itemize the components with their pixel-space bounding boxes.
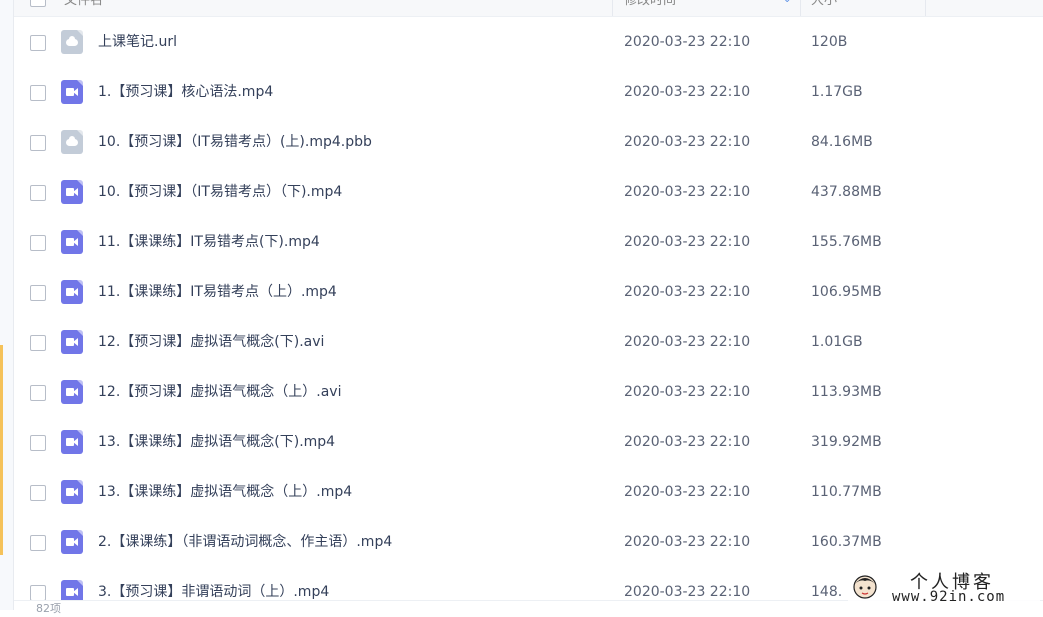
file-size: 319.92MB bbox=[811, 434, 882, 450]
file-size: 1.17GB bbox=[811, 84, 863, 100]
row-checkbox[interactable] bbox=[30, 185, 46, 201]
file-modified-time: 2020-03-23 22:10 bbox=[624, 34, 751, 50]
file-name[interactable]: 2.【课课练】（非谓语动词概念、作主语）.mp4 bbox=[98, 517, 392, 567]
row-checkbox[interactable] bbox=[30, 85, 46, 101]
file-row[interactable]: 10.【预习课】（IT易错考点）（下).mp4 2020-03-23 22:10 4… bbox=[14, 167, 1043, 217]
file-modified-time: 2020-03-23 22:10 bbox=[624, 384, 751, 400]
file-modified-time: 2020-03-23 22:10 bbox=[624, 284, 751, 300]
file-size: 84.16MB bbox=[811, 134, 873, 150]
file-modified-time: 2020-03-23 22:10 bbox=[624, 234, 751, 250]
file-size: 113.93MB bbox=[811, 384, 882, 400]
sort-arrow-icon[interactable]: ⌄ bbox=[783, 0, 791, 5]
row-checkbox[interactable] bbox=[30, 535, 46, 551]
file-row[interactable]: 11.【课课练】IT易错考点(下).mp4 2020-03-23 22:10 155… bbox=[14, 217, 1043, 267]
file-name[interactable]: 11.【课课练】IT易错考点（上）.mp4 bbox=[98, 267, 337, 317]
file-name[interactable]: 上课笔记.url bbox=[98, 17, 177, 67]
file-size: 120B bbox=[811, 34, 848, 50]
video-file-icon bbox=[61, 80, 83, 104]
column-divider[interactable] bbox=[800, 0, 801, 16]
row-checkbox[interactable] bbox=[30, 135, 46, 151]
video-file-icon bbox=[61, 230, 83, 254]
column-divider[interactable] bbox=[612, 0, 613, 16]
column-header-name[interactable]: 文件名 bbox=[64, 0, 103, 11]
file-size: 106.95MB bbox=[811, 284, 882, 300]
file-list: 上课笔记.url 2020-03-23 22:10 120B 1.【预习课】核心语法.… bbox=[14, 17, 1043, 617]
row-checkbox[interactable] bbox=[30, 235, 46, 251]
file-name[interactable]: 13.【课课练】虚拟语气概念(下).mp4 bbox=[98, 417, 335, 467]
file-name[interactable]: 12.【预习课】虚拟语气概念(下).avi bbox=[98, 317, 324, 367]
row-checkbox[interactable] bbox=[30, 285, 46, 301]
file-row[interactable]: 13.【课课练】虚拟语气概念(下).mp4 2020-03-23 22:10 319… bbox=[14, 417, 1043, 467]
file-size: 160.37MB bbox=[811, 534, 882, 550]
file-modified-time: 2020-03-23 22:10 bbox=[624, 134, 751, 150]
video-file-icon bbox=[61, 180, 83, 204]
file-name[interactable]: 13.【课课练】虚拟语气概念（上）.mp4 bbox=[98, 467, 352, 517]
file-modified-time: 2020-03-23 22:10 bbox=[624, 484, 751, 500]
mascot-icon bbox=[853, 575, 877, 599]
file-row[interactable]: 12.【预习课】虚拟语气概念(下).avi 2020-03-23 22:10 1.0… bbox=[14, 317, 1043, 367]
file-name[interactable]: 12.【预习课】虚拟语气概念（上）.avi bbox=[98, 367, 341, 417]
file-size: 1.01GB bbox=[811, 334, 863, 350]
file-name[interactable]: 11.【课课练】IT易错考点(下).mp4 bbox=[98, 217, 320, 267]
file-size: 110.77MB bbox=[811, 484, 882, 500]
column-header-time[interactable]: 修改时间 bbox=[624, 0, 676, 11]
row-checkbox[interactable] bbox=[30, 485, 46, 501]
video-file-icon bbox=[61, 280, 83, 304]
file-name[interactable]: 10.【预习课】（IT易错考点）(上).mp4.pbb bbox=[98, 117, 372, 167]
row-checkbox[interactable] bbox=[30, 35, 46, 51]
file-list-header: 文件名 修改时间 ⌄ 大小 bbox=[14, 0, 1043, 17]
row-checkbox[interactable] bbox=[30, 585, 46, 601]
file-size: 155.76MB bbox=[811, 234, 882, 250]
video-file-icon bbox=[61, 330, 83, 354]
video-file-icon bbox=[61, 480, 83, 504]
file-modified-time: 2020-03-23 22:10 bbox=[624, 434, 751, 450]
file-modified-time: 2020-03-23 22:10 bbox=[624, 84, 751, 100]
file-row[interactable]: 上课笔记.url 2020-03-23 22:10 120B bbox=[14, 17, 1043, 67]
item-count: 82项 bbox=[36, 602, 61, 615]
cloud-file-icon bbox=[61, 130, 83, 154]
row-checkbox[interactable] bbox=[30, 435, 46, 451]
file-row[interactable]: 2.【课课练】（非谓语动词概念、作主语）.mp4 2020-03-23 22:10… bbox=[14, 517, 1043, 567]
video-file-icon bbox=[61, 430, 83, 454]
file-name[interactable]: 1.【预习课】核心语法.mp4 bbox=[98, 67, 273, 117]
cloud-file-icon bbox=[61, 30, 83, 54]
left-panel-accent bbox=[0, 345, 3, 555]
file-row[interactable]: 12.【预习课】虚拟语气概念（上）.avi 2020-03-23 22:10 113… bbox=[14, 367, 1043, 417]
file-modified-time: 2020-03-23 22:10 bbox=[624, 334, 751, 350]
file-modified-time: 2020-03-23 22:10 bbox=[624, 184, 751, 200]
watermark: 个人博客 www.92in.com bbox=[848, 568, 1040, 606]
left-panel-edge bbox=[0, 0, 14, 610]
watermark-url: www.92in.com bbox=[892, 589, 1006, 605]
file-row[interactable]: 10.【预习课】（IT易错考点）(上).mp4.pbb 2020-03-23 22… bbox=[14, 117, 1043, 167]
file-modified-time: 2020-03-23 22:10 bbox=[624, 534, 751, 550]
file-size: 437.88MB bbox=[811, 184, 882, 200]
video-file-icon bbox=[61, 380, 83, 404]
video-file-icon bbox=[61, 530, 83, 554]
file-name[interactable]: 10.【预习课】（IT易错考点）（下).mp4 bbox=[98, 167, 342, 217]
select-all-checkbox[interactable] bbox=[30, 0, 46, 7]
file-row[interactable]: 1.【预习课】核心语法.mp4 2020-03-23 22:10 1.17GB bbox=[14, 67, 1043, 117]
file-row[interactable]: 13.【课课练】虚拟语气概念（上）.mp4 2020-03-23 22:10 110… bbox=[14, 467, 1043, 517]
column-header-size[interactable]: 大小 bbox=[811, 0, 837, 11]
row-checkbox[interactable] bbox=[30, 385, 46, 401]
row-checkbox[interactable] bbox=[30, 335, 46, 351]
column-divider[interactable] bbox=[925, 0, 926, 16]
file-row[interactable]: 11.【课课练】IT易错考点（上）.mp4 2020-03-23 22:10 106… bbox=[14, 267, 1043, 317]
